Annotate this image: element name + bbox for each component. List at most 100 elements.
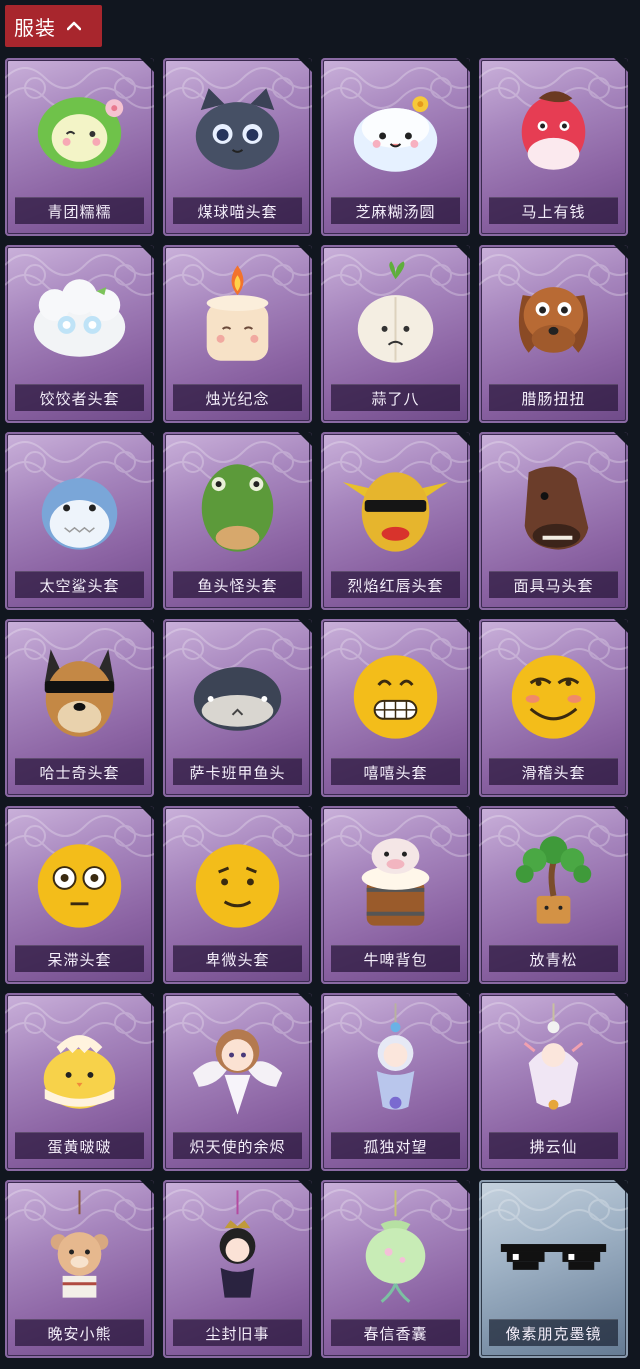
chick-egg-icon bbox=[43, 1035, 116, 1109]
costume-item-card[interactable]: 蒜了八 bbox=[321, 245, 470, 423]
costume-item-card[interactable]: 萨卡班甲鱼头 bbox=[163, 619, 312, 797]
costume-item-card[interactable]: 像素朋克墨镜 bbox=[479, 1180, 628, 1358]
costume-item-card[interactable]: 嘻嘻头套 bbox=[321, 619, 470, 797]
costume-item-card[interactable]: 鱼头怪头套 bbox=[163, 432, 312, 610]
card-corner-notch bbox=[456, 58, 470, 72]
item-name: 孤独对望 bbox=[363, 1137, 428, 1156]
card-corner-notch bbox=[456, 619, 470, 633]
costume-item-card[interactable]: 马上有钱 bbox=[479, 58, 628, 236]
item-name: 卑微头套 bbox=[205, 950, 270, 969]
item-name: 马上有钱 bbox=[521, 202, 586, 221]
shark-icon bbox=[41, 478, 118, 550]
item-name: 芝麻糊汤圆 bbox=[355, 202, 436, 221]
item-name: 面具马头套 bbox=[513, 576, 594, 595]
costume-item-card[interactable]: 尘封旧事 bbox=[163, 1180, 312, 1358]
item-name-bar: 春信香囊 bbox=[331, 1319, 460, 1346]
card-corner-notch bbox=[614, 806, 628, 820]
item-name: 鱼头怪头套 bbox=[197, 576, 278, 595]
item-name-bar: 晚安小熊 bbox=[15, 1319, 144, 1346]
item-name: 哈士奇头套 bbox=[39, 763, 120, 782]
item-name: 烛光纪念 bbox=[205, 389, 270, 408]
costume-item-card[interactable]: 呆滞头套 bbox=[5, 806, 154, 984]
card-corner-notch bbox=[140, 1180, 154, 1194]
cow-beer-backpack-icon bbox=[361, 838, 430, 926]
costume-item-card[interactable]: 晚安小熊 bbox=[5, 1180, 154, 1358]
item-name-bar: 鱼头怪头套 bbox=[173, 571, 302, 598]
costume-item-card[interactable]: 烈焰红唇头套 bbox=[321, 432, 470, 610]
item-name: 拂云仙 bbox=[529, 1137, 578, 1156]
item-name: 嘻嘻头套 bbox=[363, 763, 428, 782]
item-name-bar: 嘻嘻头套 bbox=[331, 758, 460, 785]
item-name: 饺饺者头套 bbox=[39, 389, 120, 408]
rice-ball-icon bbox=[353, 96, 438, 172]
costume-item-card[interactable]: 面具马头套 bbox=[479, 432, 628, 610]
item-name: 呆滞头套 bbox=[47, 950, 112, 969]
card-corner-notch bbox=[614, 993, 628, 1007]
red-horse-icon bbox=[521, 91, 586, 170]
candle-icon bbox=[206, 265, 269, 361]
item-name-bar: 孤独对望 bbox=[331, 1132, 460, 1159]
item-name-bar: 腊肠扭扭 bbox=[489, 384, 618, 411]
fish-head-icon bbox=[201, 464, 274, 552]
costume-item-card[interactable]: 拂云仙 bbox=[479, 993, 628, 1171]
item-name-bar: 芝麻糊汤圆 bbox=[331, 197, 460, 224]
card-corner-notch bbox=[456, 1180, 470, 1194]
smirk-emoji-icon bbox=[511, 655, 596, 739]
card-corner-notch bbox=[298, 806, 312, 820]
item-name-bar: 蛋黄啵啵 bbox=[15, 1132, 144, 1159]
costume-item-card[interactable]: 煤球喵头套 bbox=[163, 58, 312, 236]
item-name-bar: 呆滞头套 bbox=[15, 945, 144, 972]
item-name: 蛋黄啵啵 bbox=[47, 1137, 112, 1156]
item-name: 晚安小熊 bbox=[47, 1324, 112, 1343]
item-name-bar: 太空鲨头套 bbox=[15, 571, 144, 598]
humble-emoji-icon bbox=[195, 844, 280, 928]
item-name: 蒜了八 bbox=[371, 389, 420, 408]
item-name-bar: 放青松 bbox=[489, 945, 618, 972]
prince-charm-icon bbox=[219, 1190, 256, 1298]
card-corner-notch bbox=[140, 993, 154, 1007]
costume-item-card[interactable]: 烛光纪念 bbox=[163, 245, 312, 423]
costume-item-card[interactable]: 牛啤背包 bbox=[321, 806, 470, 984]
costume-item-card[interactable]: 滑稽头套 bbox=[479, 619, 628, 797]
item-name-bar: 煤球喵头套 bbox=[173, 197, 302, 224]
item-name: 腊肠扭扭 bbox=[521, 389, 586, 408]
card-corner-notch bbox=[456, 806, 470, 820]
bonsai-pine-icon bbox=[515, 836, 592, 924]
dazed-emoji-icon bbox=[37, 844, 122, 928]
card-corner-notch bbox=[456, 432, 470, 446]
dachshund-icon bbox=[518, 287, 589, 353]
card-corner-notch bbox=[298, 1180, 312, 1194]
costume-item-card[interactable]: 春信香囊 bbox=[321, 1180, 470, 1358]
costume-item-card[interactable]: 芝麻糊汤圆 bbox=[321, 58, 470, 236]
costume-item-card[interactable]: 卑微头套 bbox=[163, 806, 312, 984]
card-corner-notch bbox=[140, 806, 154, 820]
card-corner-notch bbox=[614, 245, 628, 259]
costume-item-card[interactable]: 放青松 bbox=[479, 806, 628, 984]
item-name: 牛啤背包 bbox=[363, 950, 428, 969]
costume-item-card[interactable]: 太空鲨头套 bbox=[5, 432, 154, 610]
costume-item-card[interactable]: 腊肠扭扭 bbox=[479, 245, 628, 423]
costume-item-card[interactable]: 蛋黄啵啵 bbox=[5, 993, 154, 1171]
item-name-bar: 牛啤背包 bbox=[331, 945, 460, 972]
card-corner-notch bbox=[140, 245, 154, 259]
item-name: 滑稽头套 bbox=[521, 763, 586, 782]
item-name-bar: 炽天使的余烬 bbox=[173, 1132, 302, 1159]
costume-item-card[interactable]: 孤独对望 bbox=[321, 993, 470, 1171]
costume-category-toggle[interactable]: 服装 bbox=[5, 5, 102, 47]
card-corner-notch bbox=[140, 619, 154, 633]
item-name-bar: 烈焰红唇头套 bbox=[331, 571, 460, 598]
bear-charm-icon bbox=[50, 1190, 109, 1298]
costume-item-card[interactable]: 青团糯糯 bbox=[5, 58, 154, 236]
item-name: 春信香囊 bbox=[363, 1324, 428, 1343]
card-corner-notch bbox=[298, 993, 312, 1007]
item-name-bar: 蒜了八 bbox=[331, 384, 460, 411]
costume-item-card[interactable]: 炽天使的余烬 bbox=[163, 993, 312, 1171]
item-name: 烈焰红唇头套 bbox=[347, 576, 444, 595]
costume-item-card[interactable]: 饺饺者头套 bbox=[5, 245, 154, 423]
item-name: 太空鲨头套 bbox=[39, 576, 120, 595]
card-corner-notch bbox=[456, 993, 470, 1007]
costume-item-card[interactable]: 哈士奇头套 bbox=[5, 619, 154, 797]
category-label: 服装 bbox=[14, 15, 56, 40]
pixel-sunglasses-icon bbox=[500, 1244, 607, 1270]
card-corner-notch bbox=[298, 432, 312, 446]
